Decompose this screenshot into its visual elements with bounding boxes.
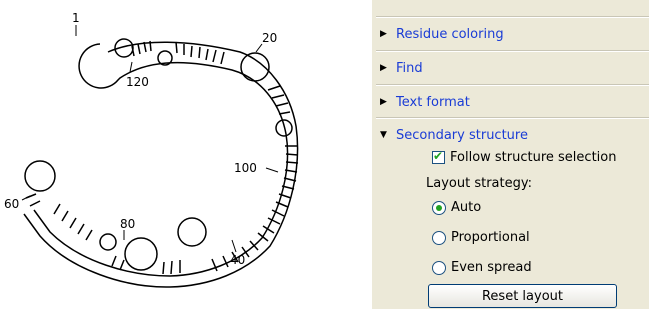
section-secondary-structure[interactable]: ▼ Secondary structure <box>376 117 649 152</box>
reset-layout-button[interactable]: Reset layout <box>428 284 617 308</box>
triangle-right-icon: ▶ <box>380 97 387 107</box>
position-label-20: 20 <box>262 31 277 45</box>
radio-label-proportional: Proportional <box>451 230 530 245</box>
radio-button[interactable] <box>432 230 446 245</box>
settings-panel: ▶ Residue coloring ▶ Find ▶ Text format … <box>372 0 649 309</box>
section-text-format[interactable]: ▶ Text format <box>376 84 649 119</box>
layout-strategy-text: Layout strategy: <box>426 176 532 191</box>
section-residue-coloring[interactable]: ▶ Residue coloring <box>376 16 649 51</box>
follow-structure-checkbox-row[interactable]: ✔ Follow structure selection <box>432 149 617 165</box>
follow-structure-label: Follow structure selection <box>450 150 617 165</box>
radio-label-auto: Auto <box>451 200 482 215</box>
radio-button-selected[interactable] <box>432 200 446 215</box>
checkmark-icon: ✔ <box>433 149 444 163</box>
backbone-outer <box>33 43 289 277</box>
triangle-right-icon: ▶ <box>380 63 387 73</box>
radio-label-even-spread: Even spread <box>451 260 532 275</box>
radio-even-spread[interactable]: Even spread <box>432 260 532 275</box>
section-label: Text format <box>396 94 470 110</box>
position-label-120: 120 <box>126 75 149 89</box>
section-label: Residue coloring <box>396 26 504 42</box>
section-label: Secondary structure <box>396 127 528 143</box>
radio-button[interactable] <box>432 260 446 275</box>
section-label: Find <box>396 60 423 76</box>
base-pairs <box>25 40 299 275</box>
radio-auto[interactable]: Auto <box>432 200 481 215</box>
section-find[interactable]: ▶ Find <box>376 50 649 85</box>
layout-strategy-label: Layout strategy: <box>426 176 532 191</box>
follow-structure-checkbox[interactable]: ✔ <box>432 149 445 164</box>
position-label-100: 100 <box>234 161 257 175</box>
position-label-60: 60 <box>4 197 19 211</box>
position-label-80: 80 <box>120 217 135 231</box>
triangle-right-icon: ▶ <box>380 29 387 39</box>
triangle-down-icon: ▼ <box>380 130 387 140</box>
position-label-1: 1 <box>72 11 80 25</box>
radio-proportional[interactable]: Proportional <box>432 230 530 245</box>
position-label-40: 40 <box>230 253 245 267</box>
secondary-structure-diagram[interactable]: 1 20 120 100 60 80 40 <box>0 0 370 309</box>
